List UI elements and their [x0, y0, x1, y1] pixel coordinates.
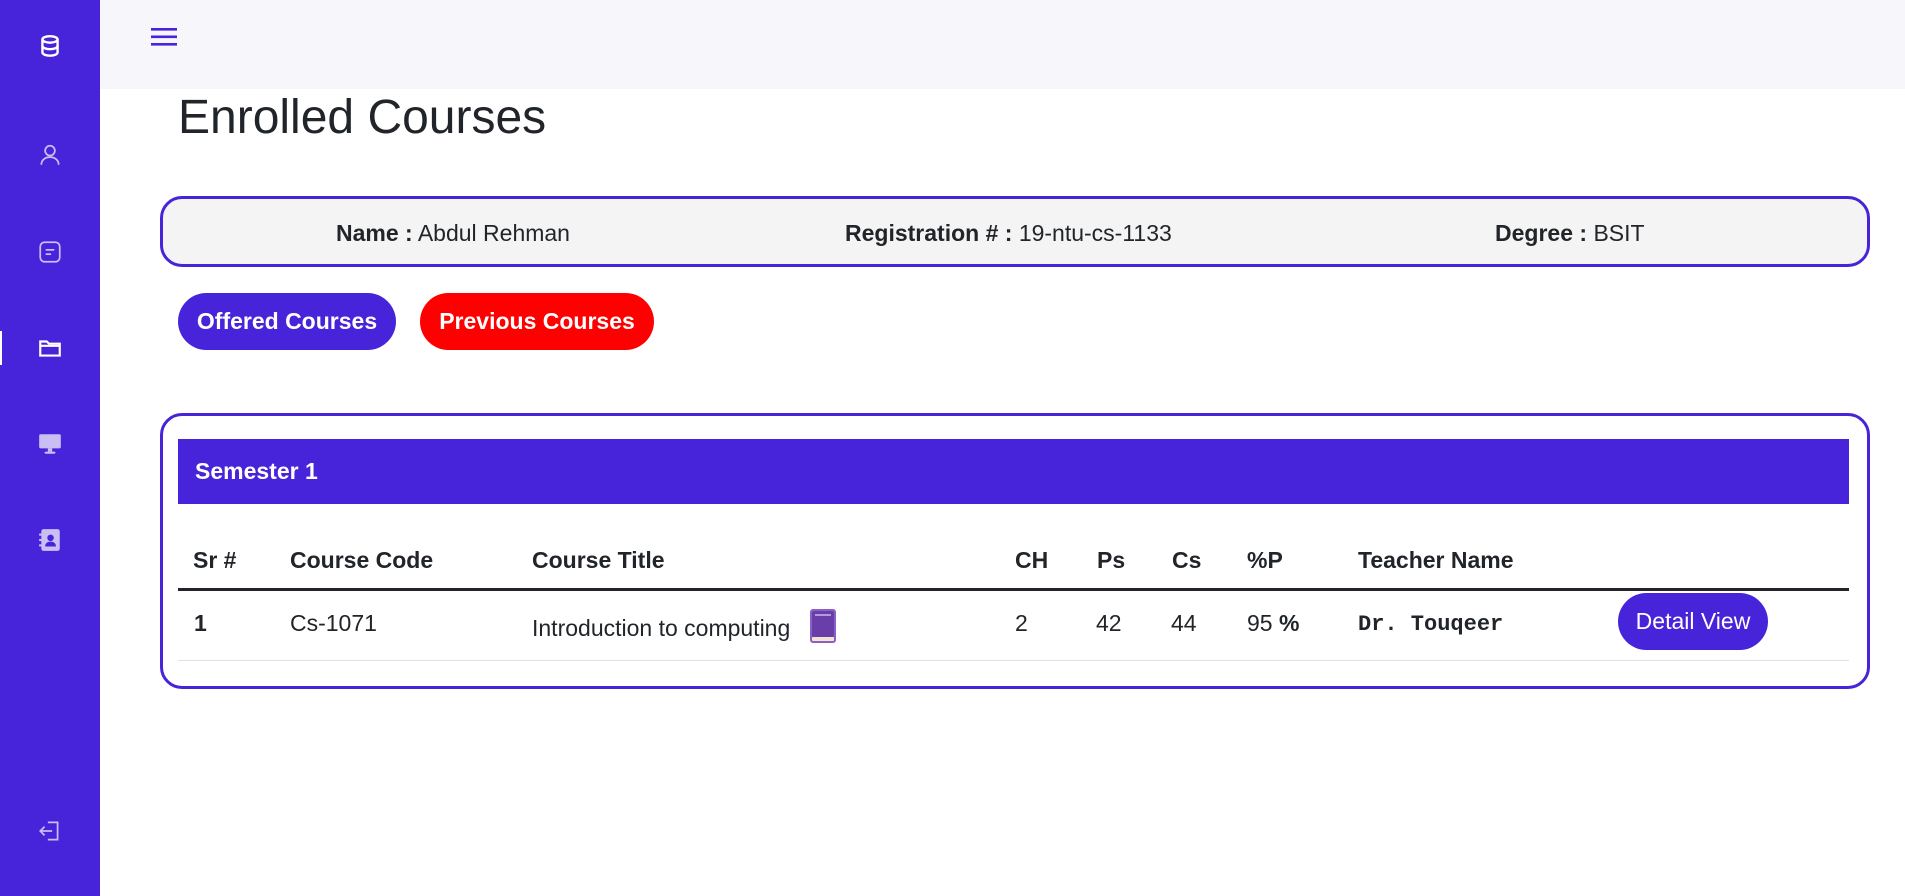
table-header-divider	[178, 588, 1849, 591]
cell-sr: 1	[194, 610, 207, 636]
monitor-icon[interactable]	[0, 419, 100, 469]
column-header-sr: Sr #	[193, 547, 237, 573]
detail-view-button[interactable]: Detail View	[1618, 593, 1768, 650]
user-icon[interactable]	[0, 130, 100, 180]
column-header-course-title: Course Title	[532, 547, 665, 573]
cell-course-title: Introduction to computing	[532, 609, 837, 648]
student-name: Name : Abdul Rehman	[336, 220, 570, 246]
column-header-cs: Cs	[1172, 547, 1202, 573]
semester-title: Semester 1	[178, 439, 1849, 504]
column-header-course-code: Course Code	[290, 547, 434, 573]
sidebar	[0, 0, 100, 896]
book-icon	[809, 608, 837, 644]
cell-ch: 2	[1015, 610, 1028, 636]
cell-percent: 95 %	[1247, 610, 1299, 636]
percent-sign: %	[1278, 610, 1300, 636]
hamburger-icon[interactable]	[150, 22, 180, 52]
student-degree: Degree : BSIT	[1495, 220, 1645, 246]
database-icon[interactable]	[0, 22, 100, 72]
folder-icon[interactable]	[0, 323, 100, 373]
degree-value: BSIT	[1593, 220, 1645, 246]
registration-value: 19-ntu-cs-1133	[1018, 220, 1172, 246]
column-header-teacher: Teacher Name	[1358, 547, 1514, 573]
previous-courses-button[interactable]: Previous Courses	[420, 293, 654, 350]
course-title-text: Introduction to computing	[532, 615, 791, 642]
registration-label: Registration # :	[845, 220, 1013, 246]
offered-courses-button[interactable]: Offered Courses	[178, 293, 396, 350]
student-info-box: Name : Abdul Rehman Registration # : 19-…	[160, 196, 1870, 267]
cell-ps: 42	[1096, 610, 1122, 636]
cell-teacher: Dr. Touqeer	[1358, 612, 1504, 637]
name-value: Abdul Rehman	[417, 220, 570, 246]
table-row-divider	[178, 660, 1849, 661]
name-label: Name :	[336, 220, 413, 246]
cell-cs: 44	[1171, 610, 1197, 636]
message-icon[interactable]	[0, 227, 100, 277]
logout-icon[interactable]	[0, 806, 100, 856]
column-header-ch: CH	[1015, 547, 1049, 573]
page-title: Enrolled Courses	[178, 91, 547, 144]
column-header-percent: %P	[1247, 547, 1283, 573]
student-registration: Registration # : 19-ntu-cs-1133	[845, 220, 1172, 246]
percent-value: 95	[1247, 610, 1273, 636]
column-header-ps: Ps	[1097, 547, 1126, 573]
top-bar	[100, 0, 1905, 89]
degree-label: Degree :	[1495, 220, 1588, 246]
contact-card-icon[interactable]	[0, 515, 100, 565]
cell-course-code: Cs-1071	[290, 610, 377, 636]
